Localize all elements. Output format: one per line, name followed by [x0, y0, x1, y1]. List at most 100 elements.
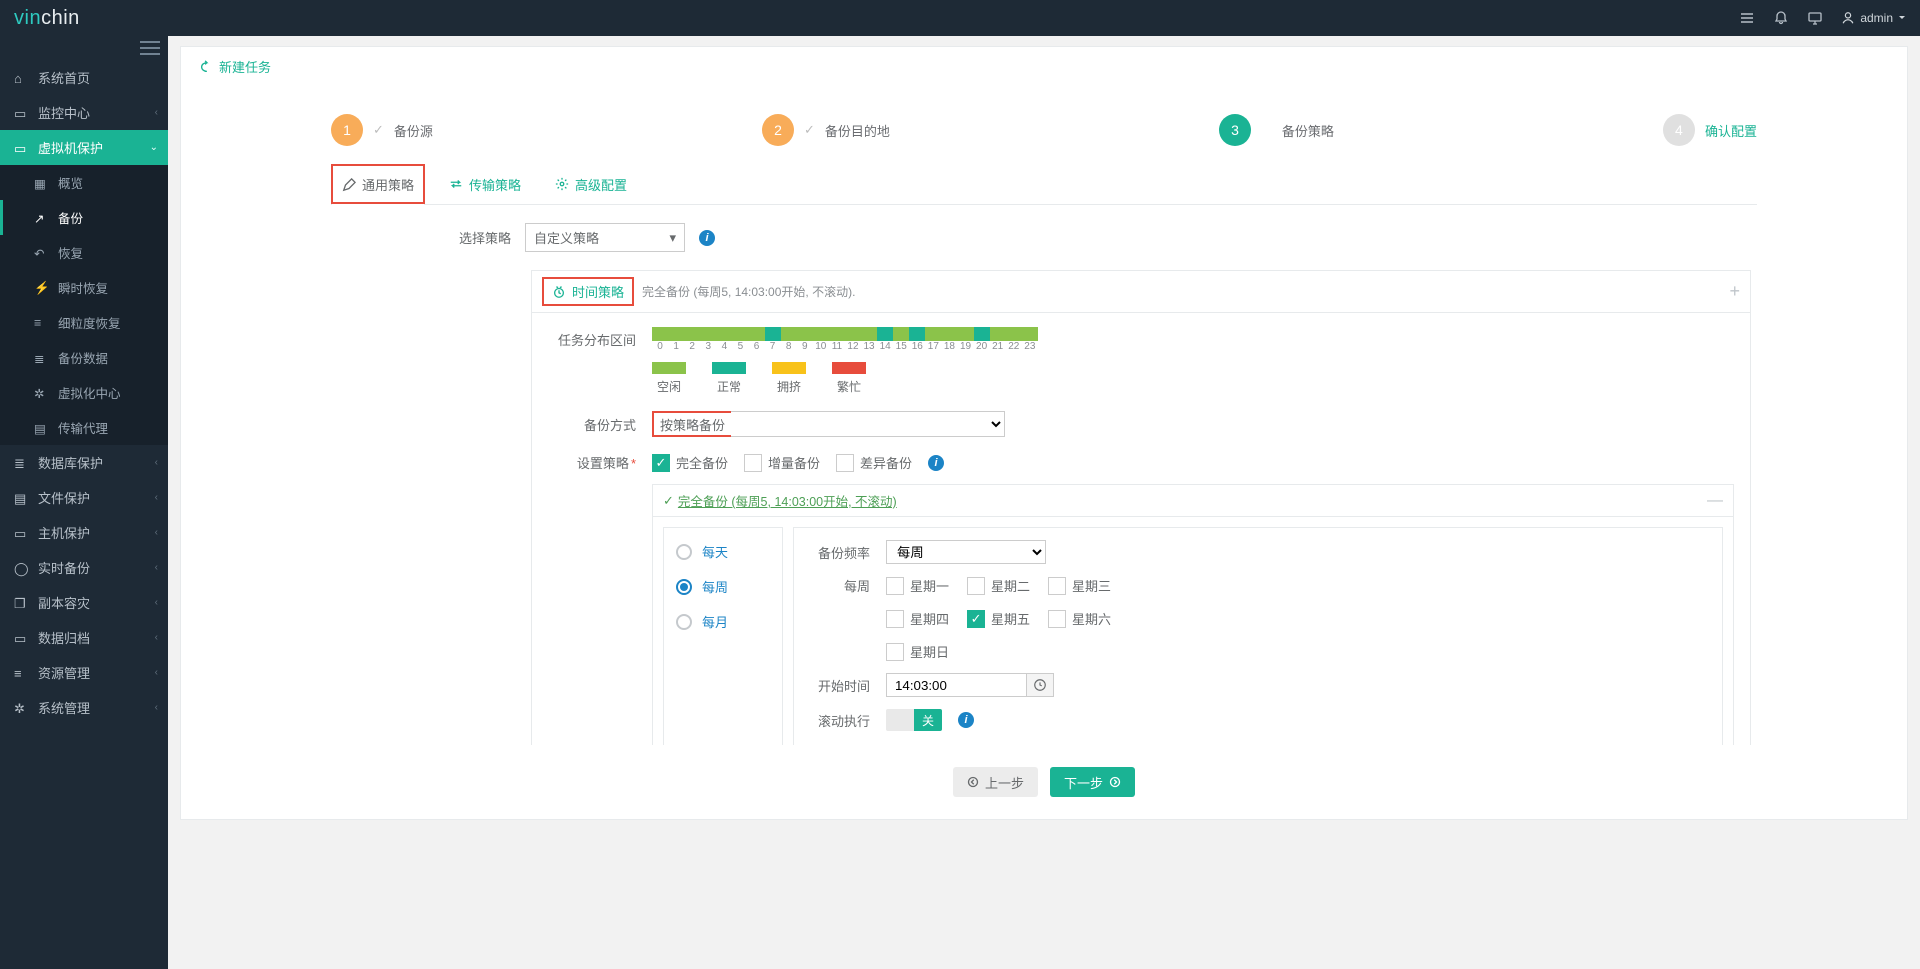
info-icon[interactable]: i: [699, 230, 715, 246]
step-4[interactable]: 4确认配置: [1663, 114, 1757, 146]
sidebar-item-hostprotect[interactable]: ▭主机保护‹: [0, 515, 168, 550]
hours-ticks: 01234567891011121314151617181920212223: [652, 341, 1038, 352]
checkbox-day-5[interactable]: ✓: [967, 610, 985, 628]
sidebar-item-backupdata[interactable]: ≣备份数据: [0, 340, 168, 375]
sidebar-item-archive[interactable]: ▭数据归档‹: [0, 620, 168, 655]
backup-freq-select[interactable]: 每周: [886, 540, 1046, 564]
sidebar-item-granular[interactable]: ≡细粒度恢复: [0, 305, 168, 340]
sidebar-item-label: 主机保护: [38, 523, 90, 542]
start-time-input-group: [886, 673, 1054, 697]
step-2[interactable]: 2✓备份目的地: [762, 114, 890, 146]
sidebar-item-restore[interactable]: ↶恢复: [0, 235, 168, 270]
freq-monthly[interactable]: 每月: [664, 604, 782, 639]
label-start-time: 开始时间: [810, 676, 870, 695]
host-icon: ▭: [14, 526, 28, 540]
legend-label: 正常: [717, 378, 741, 395]
roll-switch[interactable]: 关: [886, 709, 942, 731]
step-3[interactable]: 3✓备份策略: [1219, 114, 1334, 146]
main: 新建任务 1✓备份源 2✓备份目的地 3✓备份策略 4确认配置 通用策略 传输策…: [168, 36, 1920, 969]
step-1[interactable]: 1✓备份源: [331, 114, 433, 146]
radio-weekly: [676, 579, 692, 595]
monitor-icon[interactable]: [1807, 10, 1823, 26]
sidebar-item-label: 资源管理: [38, 663, 90, 682]
legend-label: 繁忙: [837, 378, 861, 395]
collapse-icon[interactable]: —: [1707, 492, 1723, 510]
bell-icon[interactable]: [1773, 10, 1789, 26]
row-backup-method: 备份方式 按策略备份: [548, 411, 1734, 437]
sidebar-item-agent[interactable]: ▤传输代理: [0, 410, 168, 445]
checkbox-day-7[interactable]: [886, 643, 904, 661]
step-label: 备份策略: [1282, 121, 1334, 140]
info-icon[interactable]: i: [958, 712, 974, 728]
brand-chin: chin: [41, 7, 80, 29]
sidebar-item-monitor[interactable]: ▭监控中心‹: [0, 95, 168, 130]
backup-method-select[interactable]: [731, 411, 1005, 437]
backup-method-highlight: 按策略备份: [652, 411, 733, 437]
weekday-checkboxes: 星期一 星期二 星期三 星期四 ✓星期五 星期六 星期日: [886, 576, 1166, 661]
sidebar-item-system[interactable]: ✲系统管理‹: [0, 690, 168, 725]
sidebar-item-home[interactable]: ⌂系统首页: [0, 60, 168, 95]
checkbox-diff-backup[interactable]: [836, 454, 854, 472]
checkbox-day-1[interactable]: [886, 577, 904, 595]
freq-daily[interactable]: 每天: [664, 534, 782, 569]
strategy-tabs: 通用策略 传输策略 高级配置: [331, 164, 1757, 205]
prev-button[interactable]: 上一步: [953, 767, 1038, 797]
tab-transport[interactable]: 传输策略: [439, 164, 531, 204]
sidebar-item-label: 备份: [58, 208, 83, 227]
topbar-right: admin: [1739, 10, 1906, 26]
tab-advanced[interactable]: 高级配置: [545, 164, 637, 204]
sidebar-item-label: 实时备份: [38, 558, 90, 577]
checkbox-incr-backup[interactable]: [744, 454, 762, 472]
label-backup-freq: 备份频率: [810, 543, 870, 562]
radio-monthly: [676, 614, 692, 630]
legend-idle: 空闲: [652, 362, 686, 395]
tab-general[interactable]: 通用策略: [331, 164, 425, 204]
swatch-crowd: [772, 362, 806, 374]
chevron-down-icon: ⌄: [150, 142, 158, 153]
schedule-summary-link[interactable]: 完全备份 (每周5, 14:03:00开始, 不滚动): [678, 491, 897, 510]
sidebar-item-overview[interactable]: ▦概览: [0, 165, 168, 200]
sidebar-item-backup[interactable]: ↗ 备份: [0, 200, 168, 235]
sidebar-item-resource[interactable]: ≡资源管理‹: [0, 655, 168, 690]
freq-weekly[interactable]: 每周: [664, 569, 782, 604]
checkbox-day-6[interactable]: [1048, 610, 1066, 628]
share-icon: ↗: [34, 211, 48, 225]
sidebar-item-label: 概览: [58, 173, 83, 192]
start-time-input[interactable]: [886, 673, 1026, 697]
tab-content: 选择策略 自定义策略 ▾ i 时间策略 完全备份 (每周5, 14:03:0: [331, 205, 1757, 745]
next-button[interactable]: 下一步: [1050, 767, 1135, 797]
label-distribution: 任务分布区间: [548, 330, 636, 349]
checkbox-day-2[interactable]: [967, 577, 985, 595]
checkbox-full-backup[interactable]: ✓: [652, 454, 670, 472]
gear-icon: ✲: [34, 386, 48, 400]
user-menu[interactable]: admin: [1841, 11, 1906, 25]
info-icon[interactable]: i: [928, 455, 944, 471]
checkbox-day-4[interactable]: [886, 610, 904, 628]
chevron-left-icon: ‹: [155, 632, 158, 643]
sidebar-item-label: 虚拟化中心: [58, 383, 121, 402]
sidebar-toggle[interactable]: [0, 36, 168, 60]
sidebar-item-instant[interactable]: ⚡瞬时恢复: [0, 270, 168, 305]
chevron-left-icon: ‹: [155, 457, 158, 468]
time-strategy-title[interactable]: 时间策略: [542, 277, 634, 306]
strategy-select[interactable]: 自定义策略 ▾: [525, 223, 685, 252]
sidebar-item-realtime[interactable]: ◯实时备份‹: [0, 550, 168, 585]
tab-label: 通用策略: [362, 175, 414, 194]
chevron-left-icon: ‹: [155, 667, 158, 678]
strategy-tabs-wrap: 通用策略 传输策略 高级配置: [331, 164, 1757, 205]
panel-title-text: 新建任务: [219, 57, 271, 76]
panel-title: 新建任务: [181, 47, 1907, 86]
list-icon[interactable]: [1739, 10, 1755, 26]
brand-logo: vinchin: [14, 7, 80, 30]
row-weekdays: 每周 星期一 星期二 星期三 星期四 ✓星期五 星期六: [810, 576, 1706, 661]
schedule-head: ✓ 完全备份 (每周5, 14:03:00开始, 不滚动) —: [653, 485, 1733, 516]
sidebar-item-vmprotect[interactable]: ▭虚拟机保护⌄: [0, 130, 168, 165]
clock-button[interactable]: [1026, 673, 1054, 697]
sidebar-item-replica[interactable]: ❐副本容灾‹: [0, 585, 168, 620]
sidebar-item-virtcenter[interactable]: ✲ 虚拟化中心: [0, 375, 168, 410]
sidebar-item-fileprotect[interactable]: ▤文件保护‹: [0, 480, 168, 515]
plus-icon[interactable]: +: [1729, 281, 1740, 302]
list-sm-icon: ≡: [34, 316, 48, 330]
checkbox-day-3[interactable]: [1048, 577, 1066, 595]
sidebar-item-dbprotect[interactable]: ≣数据库保护‹: [0, 445, 168, 480]
